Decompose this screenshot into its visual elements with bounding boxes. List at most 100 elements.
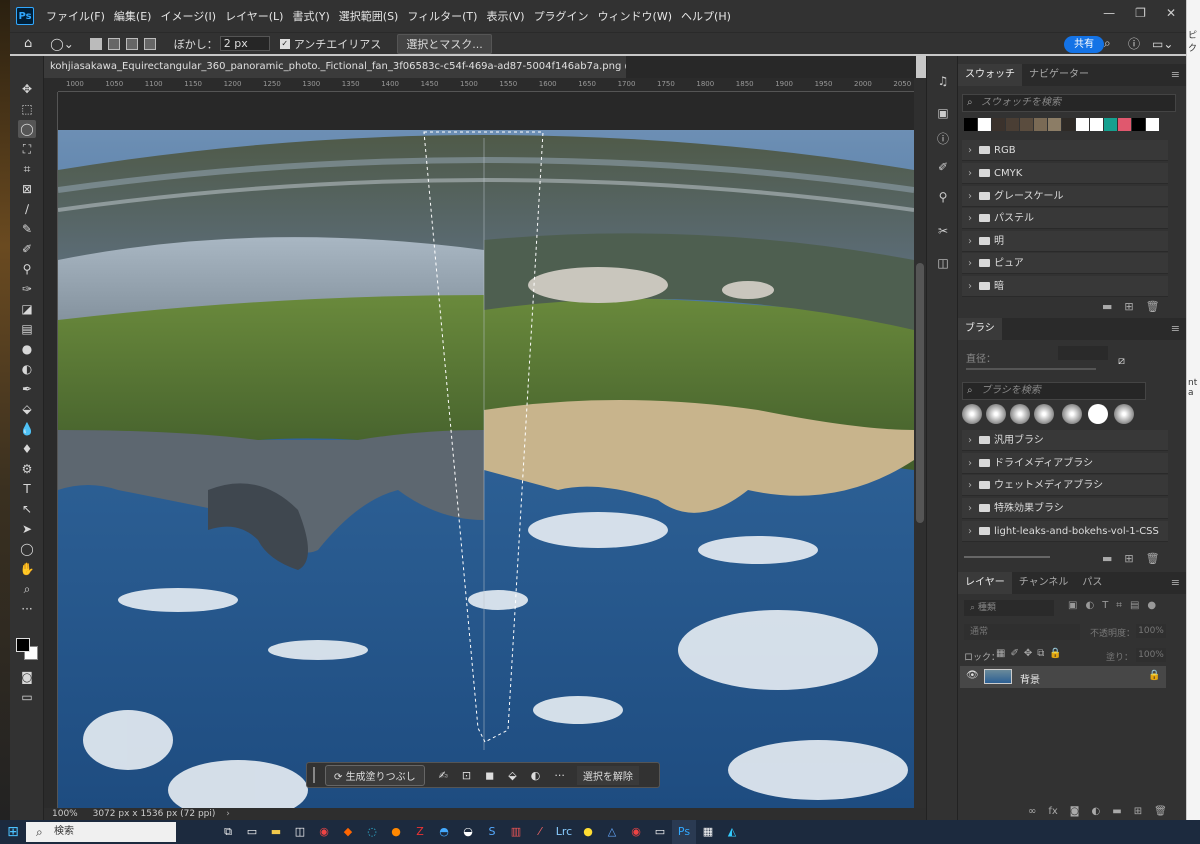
clone-source-icon[interactable]: ⚲ <box>935 190 951 206</box>
brush-folder[interactable]: 汎用ブラシ <box>962 430 1168 451</box>
link-icon[interactable]: ∞ <box>1028 806 1036 817</box>
swatch-folder[interactable]: パステル <box>962 208 1168 229</box>
brush-search-input[interactable]: ブラシを検索 <box>962 382 1146 400</box>
adjustment-layer-icon[interactable]: ◐ <box>1092 806 1101 817</box>
close-icon[interactable]: ✕ <box>1166 6 1176 20</box>
tab-brushes[interactable]: ブラシ <box>958 318 1002 340</box>
properties-icon[interactable]: ◫ <box>935 256 951 272</box>
zoom-tool-icon[interactable]: ⌕ <box>18 580 36 598</box>
color-swatch[interactable] <box>1118 118 1131 131</box>
color-swatch[interactable] <box>1104 118 1117 131</box>
opacity-input[interactable]: 100% <box>1136 624 1166 638</box>
workspace-icon[interactable]: ▭⌄ <box>1152 37 1173 51</box>
screen-mode-icon[interactable]: ▭ <box>18 688 36 706</box>
swatch-folder[interactable]: ピュア <box>962 253 1168 274</box>
brush-folder[interactable]: light-leaks-and-bokehs-vol-1-CSS <box>962 521 1168 542</box>
status-arrow-icon[interactable]: › <box>226 809 230 819</box>
brush-folder[interactable]: 特殊効果ブラシ <box>962 498 1168 519</box>
deselect-button[interactable]: 選択を解除 <box>576 765 639 785</box>
tab-swatches[interactable]: スウォッチ <box>958 64 1022 86</box>
lasso-tool-icon[interactable]: ◯ <box>18 120 36 138</box>
zoom-level[interactable]: 100% <box>52 809 78 819</box>
menu-layer[interactable]: レイヤー(L) <box>225 8 283 24</box>
tab-layers[interactable]: レイヤー <box>958 572 1012 594</box>
trash-icon[interactable]: 🗑 <box>1154 806 1167 817</box>
app-icon[interactable]: ● <box>576 820 600 844</box>
antialias-checkbox[interactable]: ✓ <box>279 38 290 49</box>
document-tab[interactable]: kohjiasakawa_Equirectangular_360_panoram… <box>44 56 626 78</box>
menu-image[interactable]: イメージ(I) <box>160 8 216 24</box>
task-view-icon[interactable]: ⧉ <box>216 820 240 844</box>
layer-name[interactable]: 背景 <box>1020 671 1040 686</box>
filter-type-icon[interactable]: T <box>1102 600 1108 611</box>
menu-view[interactable]: 表示(V) <box>486 8 524 24</box>
quick-mask-icon[interactable]: ◙ <box>18 668 36 686</box>
dodge-icon[interactable]: ◐ <box>18 360 36 378</box>
info-icon[interactable]: ⓘ <box>935 130 951 146</box>
taskbar-search[interactable]: 検索 <box>26 822 176 842</box>
color-swatch[interactable] <box>1062 118 1075 131</box>
burn-icon[interactable]: ♦ <box>18 440 36 458</box>
brush-preset[interactable] <box>1088 404 1108 424</box>
menu-edit[interactable]: 編集(E) <box>114 8 152 24</box>
brush-size-input[interactable] <box>1058 346 1108 360</box>
menu-type[interactable]: 書式(Y) <box>292 8 329 24</box>
new-selection-icon[interactable] <box>89 37 102 50</box>
fill-input[interactable]: 100% <box>1136 648 1166 662</box>
adjustment-icon[interactable]: ◐ <box>531 769 541 782</box>
color-swatch[interactable] <box>1020 118 1033 131</box>
mask-icon[interactable]: ◼ <box>485 769 494 782</box>
libraries-icon[interactable]: ♫ <box>935 74 951 90</box>
firefox-icon[interactable]: ● <box>384 820 408 844</box>
help-icon[interactable]: ⓘ <box>1128 35 1140 52</box>
brush-size-slider[interactable] <box>966 368 1096 370</box>
tab-navigator[interactable]: ナビゲーター <box>1022 64 1096 86</box>
layer-row-background[interactable]: 👁 背景 🔒 <box>960 666 1166 688</box>
brush-folder[interactable]: ウェットメディアブラシ <box>962 475 1168 496</box>
chrome-icon[interactable]: ◉ <box>312 820 336 844</box>
app-icon[interactable]: ◉ <box>624 820 648 844</box>
color-swatch[interactable] <box>1048 118 1061 131</box>
app-icon[interactable]: ◓ <box>432 820 456 844</box>
color-swatch[interactable] <box>992 118 1005 131</box>
vertical-scrollbar[interactable] <box>914 78 926 808</box>
tab-paths[interactable]: パス <box>1075 572 1109 594</box>
more-options-icon[interactable]: ··· <box>554 769 565 782</box>
layer-comps-icon[interactable]: ▣ <box>935 106 951 122</box>
brush-preset[interactable] <box>1062 404 1082 424</box>
brave-icon[interactable]: ◆ <box>336 820 360 844</box>
brush-folder[interactable]: ドライメディアブラシ <box>962 453 1168 474</box>
bucket-icon[interactable]: ⬙ <box>18 400 36 418</box>
color-swatch[interactable] <box>1090 118 1103 131</box>
pen-icon[interactable]: ✒ <box>18 380 36 398</box>
canvas-area[interactable] <box>58 92 914 808</box>
color-swatch[interactable] <box>978 118 991 131</box>
type-tool-icon[interactable]: T <box>18 480 36 498</box>
drag-handle[interactable] <box>313 767 315 783</box>
tool-presets-icon[interactable]: ✂ <box>935 224 951 240</box>
filter-pixel-icon[interactable]: ▣ <box>1068 600 1077 611</box>
panel-menu-icon[interactable]: ≡ <box>1171 576 1180 589</box>
new-group-icon[interactable]: ▬ <box>1102 300 1112 313</box>
brush-preset[interactable] <box>1010 404 1030 424</box>
pdf-icon[interactable]: ⁄ <box>528 820 552 844</box>
swatch-folder[interactable]: RGB <box>962 140 1168 161</box>
gradient-icon[interactable]: ▤ <box>18 320 36 338</box>
menu-help[interactable]: ヘルプ(H) <box>681 8 731 24</box>
clone-stamp-icon[interactable]: ⚲ <box>18 260 36 278</box>
explorer-icon[interactable]: ▭ <box>240 820 264 844</box>
drop-icon[interactable]: 💧 <box>18 420 36 438</box>
lock-icons[interactable]: ▦✐✥⧉🔒 <box>996 648 1067 659</box>
path-select-icon[interactable]: ↖ <box>18 500 36 518</box>
lasso-tool-preset-icon[interactable]: ◯⌄ <box>50 37 73 51</box>
swatch-search-input[interactable]: スウォッチを検索 <box>962 94 1176 112</box>
blend-mode-select[interactable]: 通常 <box>964 624 1080 640</box>
modify-selection-icon[interactable]: ✍ <box>439 769 448 782</box>
eraser-icon[interactable]: ◪ <box>18 300 36 318</box>
swatch-folder[interactable]: CMYK <box>962 163 1168 184</box>
edge-icon[interactable]: ◌ <box>360 820 384 844</box>
photoshop-taskbar-icon[interactable]: Ps <box>672 820 696 844</box>
blur-icon[interactable]: ● <box>18 340 36 358</box>
filter-shape-icon[interactable]: ⌗ <box>1116 600 1122 611</box>
app-icon[interactable]: △ <box>600 820 624 844</box>
